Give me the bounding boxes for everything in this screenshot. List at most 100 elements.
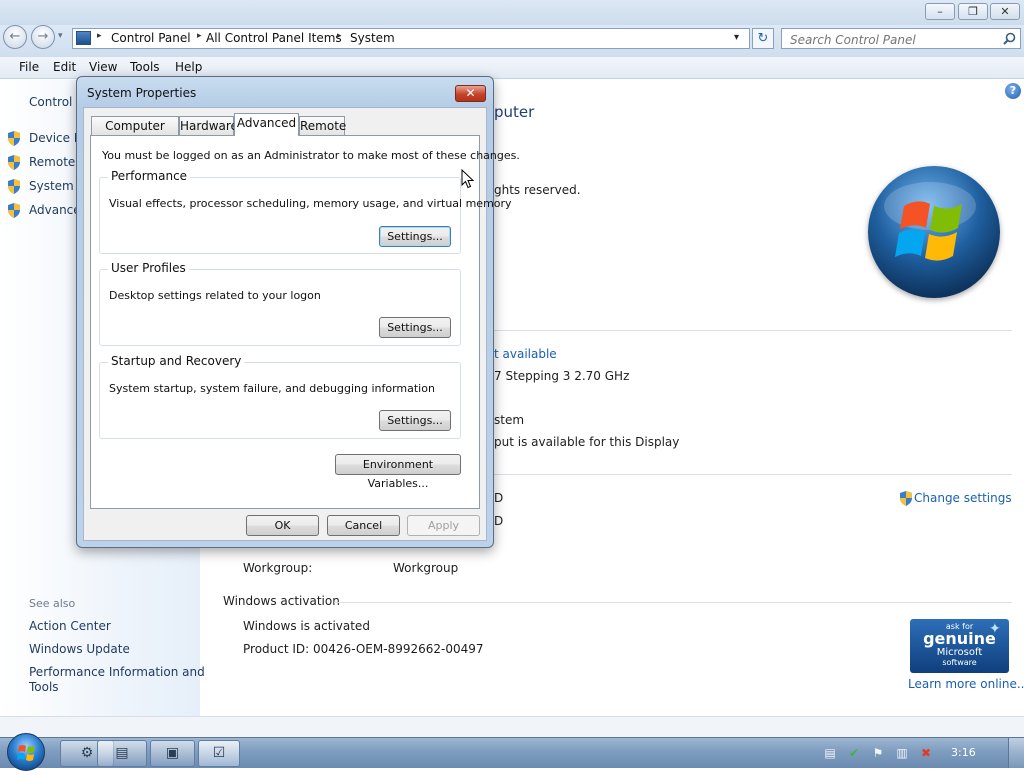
tab-remote[interactable]: Remote — [299, 116, 346, 135]
system-clock[interactable]: 3:16 — [951, 746, 976, 759]
window-title-bar — [0, 0, 1024, 25]
minimize-button[interactable]: – — [925, 3, 955, 20]
startup-recovery-group: Startup and Recovery System startup, sys… — [99, 354, 461, 439]
status-bar — [0, 716, 1024, 737]
windows-flag-icon — [17, 745, 35, 761]
full-computer-name-value: D — [494, 514, 504, 528]
address-dropdown-icon[interactable]: ▾ — [734, 32, 739, 43]
tab-hardware[interactable]: Hardware — [179, 116, 238, 135]
dialog-close-button[interactable]: ✕ — [455, 85, 486, 102]
windows-flag-icon — [884, 182, 976, 261]
breadcrumb-all-items[interactable]: All Control Panel Items — [206, 31, 342, 45]
forward-button[interactable]: → — [31, 25, 55, 49]
user-profiles-group-description: Desktop settings related to your logon — [109, 289, 321, 302]
menu-file[interactable]: File — [19, 60, 39, 74]
breadcrumb-control-panel[interactable]: Control Panel — [111, 31, 191, 45]
taskbar-item-explorer[interactable]: ▤ — [97, 740, 147, 767]
breadcrumb-separator: ▸ — [97, 31, 102, 41]
rating-link[interactable]: t available — [494, 347, 557, 361]
see-also-action-center[interactable]: Action Center — [29, 619, 111, 633]
genuine-microsoft-badge[interactable]: ask for genuine Microsoft software ✦ — [910, 619, 1009, 673]
computer-name-value: D — [494, 491, 504, 505]
ok-button[interactable]: OK — [246, 515, 319, 536]
show-desktop-button[interactable] — [1008, 738, 1024, 768]
activation-status: Windows is activated — [243, 619, 370, 633]
learn-more-link[interactable]: Learn more online... — [908, 677, 1024, 691]
refresh-icon: ↻ — [757, 31, 769, 46]
section-divider — [334, 602, 1012, 603]
menu-tools[interactable]: Tools — [130, 60, 160, 74]
task-link-advanced-settings[interactable]: Advance — [29, 203, 81, 217]
user-profiles-group: User Profiles Desktop settings related t… — [99, 261, 461, 346]
menu-help[interactable]: Help — [175, 60, 202, 74]
startup-recovery-group-label: Startup and Recovery — [108, 354, 245, 368]
folder-icon: ▤ — [115, 745, 129, 761]
address-bar[interactable]: ▸ Control Panel ▸ All Control Panel Item… — [72, 28, 750, 49]
control-panel-icon — [76, 31, 91, 45]
minimize-icon: – — [937, 5, 943, 18]
environment-variables-button[interactable]: Environment Variables... — [335, 454, 461, 490]
close-icon: ✕ — [465, 86, 476, 100]
shield-icon — [8, 155, 20, 170]
product-id: Product ID: 00426-OEM-8992662-00497 — [243, 642, 484, 656]
user-profiles-settings-button[interactable]: Settings... — [379, 317, 451, 338]
refresh-button[interactable]: ↻ — [752, 28, 774, 49]
menu-view[interactable]: View — [89, 60, 117, 74]
genuine-line-software: software — [942, 658, 977, 667]
tray-network-icon[interactable]: ▥ — [894, 745, 910, 761]
admin-note: You must be logged on as an Administrato… — [102, 149, 520, 162]
search-input[interactable] — [788, 30, 997, 49]
see-also-performance-tools[interactable]: Tools — [29, 680, 59, 694]
breadcrumb-system[interactable]: System — [350, 31, 395, 45]
performance-group: Performance Visual effects, processor sc… — [99, 169, 512, 254]
back-button[interactable]: ← — [3, 25, 27, 49]
magnifier-icon[interactable] — [1003, 32, 1016, 45]
forward-arrow-icon: → — [37, 29, 49, 44]
control-panel-icon: ☑ — [212, 745, 226, 761]
taskbar-item-control-panel[interactable]: ☑ — [198, 740, 240, 767]
back-arrow-icon: ← — [9, 29, 21, 44]
monitor-icon: ▣ — [165, 745, 180, 761]
shield-icon — [8, 131, 20, 146]
menu-edit[interactable]: Edit — [53, 60, 76, 74]
copyright-text: ghts reserved. — [494, 183, 581, 197]
apply-button[interactable]: Apply — [407, 515, 480, 536]
activation-heading: Windows activation — [223, 594, 340, 608]
tab-advanced[interactable]: Advanced — [234, 113, 299, 136]
application-icon: ⚙ — [80, 745, 94, 761]
tab-computer-name[interactable]: Computer Name — [91, 116, 179, 151]
see-also-windows-update[interactable]: Windows Update — [29, 642, 130, 656]
shield-icon — [900, 491, 912, 506]
change-settings-link[interactable]: Change settings — [914, 491, 1012, 505]
taskbar-item-3[interactable]: ▣ — [150, 740, 195, 767]
performance-group-label: Performance — [108, 169, 191, 183]
restore-button[interactable]: ❐ — [958, 3, 988, 20]
processor-value: 7 Stepping 3 2.70 GHz — [494, 369, 630, 383]
startup-recovery-group-description: System startup, system failure, and debu… — [109, 382, 435, 395]
tray-flag-icon[interactable]: ⚑ — [870, 745, 886, 761]
tray-document-icon[interactable]: ▤ — [822, 745, 838, 761]
search-box[interactable] — [781, 28, 1021, 49]
close-icon: ✕ — [1000, 5, 1010, 18]
tray-security-icon[interactable]: ✔ — [846, 745, 862, 761]
pen-touch-value: put is available for this Display — [494, 435, 680, 449]
dialog-client-area: Computer Name Hardware Advanced Remote Y… — [83, 107, 520, 541]
start-button[interactable] — [7, 733, 45, 771]
tray-volume-muted-icon[interactable]: ✖ — [918, 745, 934, 761]
genuine-line-microsoft: Microsoft — [936, 647, 983, 658]
page-heading: puter — [494, 103, 535, 121]
performance-group-description: Visual effects, processor scheduling, me… — [109, 197, 512, 210]
close-window-button[interactable]: ✕ — [990, 3, 1020, 20]
shield-icon — [8, 203, 20, 218]
advanced-tab-panel: You must be logged on as an Administrato… — [90, 135, 520, 509]
recent-pages-dropdown[interactable]: ▾ — [58, 31, 63, 41]
dialog-title: System Properties — [87, 86, 197, 100]
system-type-value: stem — [494, 413, 525, 427]
shield-icon — [8, 179, 20, 194]
performance-settings-button[interactable]: Settings... — [379, 226, 451, 247]
help-icon[interactable]: ? — [1005, 83, 1021, 99]
see-also-performance-info[interactable]: Performance Information and — [29, 665, 205, 679]
system-properties-dialog: System Properties ✕ Computer Name Hardwa… — [76, 76, 520, 548]
startup-recovery-settings-button[interactable]: Settings... — [379, 410, 451, 431]
cancel-button[interactable]: Cancel — [327, 515, 400, 536]
